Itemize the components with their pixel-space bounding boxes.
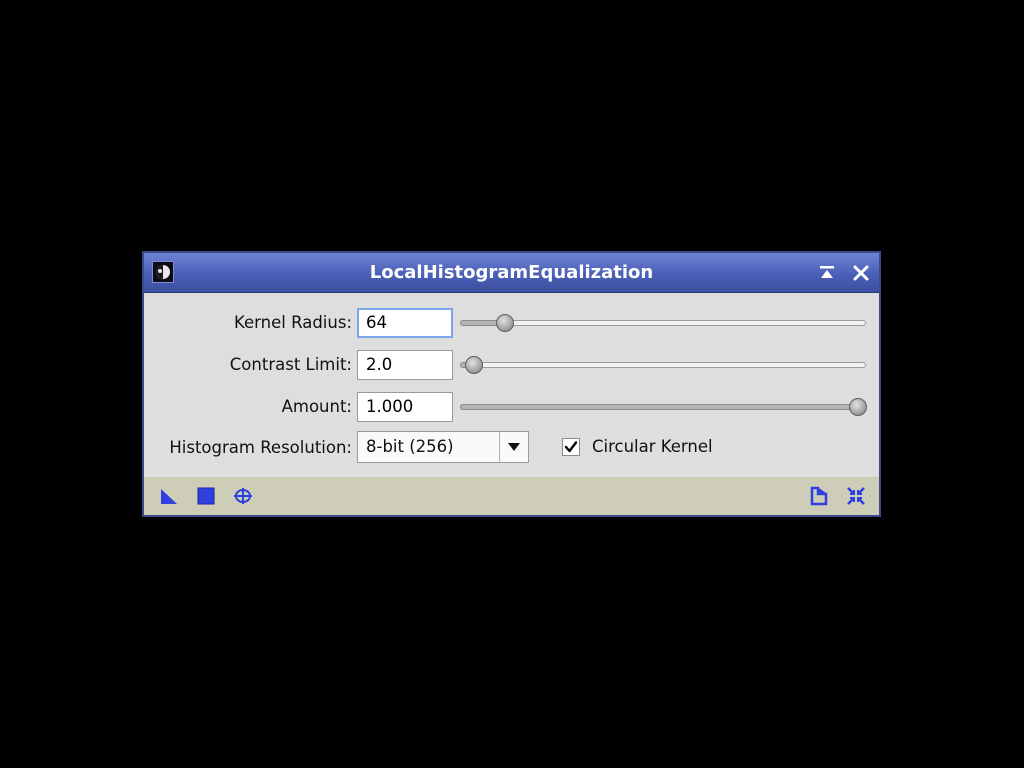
amount-field[interactable]: 1.000 xyxy=(357,392,453,422)
close-icon[interactable] xyxy=(851,263,871,283)
chevron-down-icon[interactable] xyxy=(499,432,528,462)
slider-fill xyxy=(460,404,858,410)
real-time-preview-icon[interactable] xyxy=(233,486,253,506)
histogram-resolution-label: Histogram Resolution: xyxy=(169,438,352,457)
shade-up-icon[interactable] xyxy=(817,263,837,283)
kernel-radius-slider[interactable] xyxy=(460,313,866,333)
contrast-limit-label: Contrast Limit: xyxy=(229,355,352,374)
amount-slider[interactable] xyxy=(460,397,867,417)
reset-icon[interactable] xyxy=(846,486,866,506)
histogram-resolution-value: 8-bit (256) xyxy=(366,437,454,456)
window-title: LocalHistogramEqualization xyxy=(369,262,654,283)
circular-kernel-label[interactable]: Circular Kernel xyxy=(592,432,713,462)
kernel-radius-field[interactable]: 64 xyxy=(357,308,453,338)
slider-track xyxy=(460,320,866,326)
documentation-icon[interactable] xyxy=(809,486,829,506)
contrast-limit-field[interactable]: 2.0 xyxy=(357,350,453,380)
circular-kernel-checkbox[interactable] xyxy=(562,438,580,456)
kernel-radius-label: Kernel Radius: xyxy=(234,313,352,332)
amount-label: Amount: xyxy=(281,397,352,416)
new-instance-icon[interactable] xyxy=(159,486,179,506)
slider-thumb[interactable] xyxy=(848,398,867,416)
contrast-limit-slider[interactable] xyxy=(460,355,866,375)
parameters-panel: Kernel Radius: 64 Contrast Limit: 2.0 Am… xyxy=(144,293,879,477)
process-window: LocalHistogramEqualization Kernel Radius… xyxy=(142,251,881,517)
histogram-resolution-select[interactable]: 8-bit (256) xyxy=(357,431,529,463)
process-control-bar xyxy=(144,477,879,515)
slider-thumb[interactable] xyxy=(495,314,514,332)
slider-track xyxy=(460,362,866,368)
title-bar[interactable]: LocalHistogramEqualization xyxy=(144,253,879,293)
apply-global-icon[interactable] xyxy=(196,486,216,506)
slider-thumb[interactable] xyxy=(465,356,484,374)
